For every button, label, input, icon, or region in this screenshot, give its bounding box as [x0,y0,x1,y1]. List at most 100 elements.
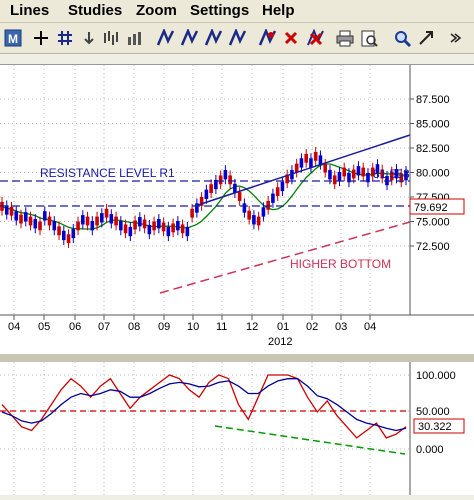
candle [299,153,304,173]
candle [266,196,270,215]
trendline-icon[interactable] [226,27,248,49]
menu-zoom[interactable]: Zoom [136,2,177,19]
delete-icon[interactable] [280,27,302,49]
menu-lines[interactable]: Lines [10,2,49,19]
x-tick-label: 09 [158,321,170,333]
candle [190,203,194,223]
m-icon[interactable]: M [2,27,24,49]
candle [256,211,261,231]
candle [261,202,266,222]
candle [114,211,118,231]
candle [138,212,142,232]
candle [142,214,147,234]
candle [4,200,9,220]
x-tick-label: 04 [364,321,376,333]
x-tick-label: 01 [277,321,289,333]
x-tick-label: 04 [8,321,20,333]
candle [313,147,318,166]
candle [109,209,114,229]
candles-icon[interactable] [124,27,146,49]
candle [199,192,204,211]
candle [133,215,137,235]
bars-icon[interactable] [100,27,122,49]
candle [71,223,76,244]
x-tick-label: 02 [306,321,318,333]
candle [166,221,171,242]
pan-icon[interactable] [416,27,438,49]
x-tick-label: 08 [128,321,140,333]
candle [104,203,109,223]
candle [356,161,361,181]
oscillator-slow-line [1,378,407,432]
x-tick-label: 03 [335,321,347,333]
candle [275,182,280,201]
candle [57,221,61,241]
candle [185,221,190,242]
y-tick-label: 85.000 [416,119,450,131]
candle [209,179,213,198]
candle [304,148,308,168]
candle [81,210,85,230]
oscillator-fast-line [1,374,407,439]
x-tick-label: 07 [98,321,110,333]
divergence-line[interactable] [214,425,406,455]
candle [14,206,19,226]
zoom-icon[interactable] [392,27,414,49]
y-tick-label: 75.000 [416,217,450,229]
candle [76,216,80,236]
toolbar: M [0,23,474,54]
candle [332,170,337,190]
trendline-icon[interactable] [202,27,224,49]
print-preview-icon[interactable] [358,27,380,49]
candle [223,165,228,185]
delete-all-icon[interactable] [304,27,326,49]
candle [361,162,366,182]
menu-studies[interactable]: Studies [68,2,122,19]
x-tick-label: 12 [246,321,258,333]
y-tick-label: 82.500 [416,143,450,155]
candle [90,216,95,236]
candle [66,229,71,248]
print-icon[interactable] [334,27,356,49]
trendline-icon[interactable] [178,27,200,49]
candle [323,158,327,178]
candle [85,211,90,231]
svg-text:M: M [8,32,18,46]
menu-settings[interactable]: Settings [190,2,249,19]
osc-y-tick-label: 100.000 [416,370,456,382]
oscillator-chart[interactable]: 100.000 50.000 0.000 30.322 [0,362,474,495]
candle [33,214,38,234]
candle [157,214,161,234]
resistance-label: RESISTANCE LEVEL R1 [40,166,175,180]
y-tick-label: 87.500 [416,94,450,106]
price-chart[interactable]: RESISTANCE LEVEL R1 81.553 HIGHER BOTTOM… [0,64,474,355]
x-tick-label: 10 [187,321,199,333]
more-icon[interactable] [444,27,466,49]
candle [176,216,180,236]
trendline-icon[interactable] [154,27,176,49]
crosshair-icon[interactable] [30,27,52,49]
candle [152,216,156,236]
grid-icon[interactable] [54,27,76,49]
osc-y-tick-label: 50.000 [416,406,450,418]
oscillator-value-label: 30.322 [418,421,452,433]
candle [161,217,166,237]
x-tick-label: 11 [216,321,227,333]
menu-bar: Lines Studies Zoom Settings Help [0,0,474,23]
arrow-down-icon[interactable] [78,27,100,49]
candle [52,216,57,236]
candle [204,184,209,204]
candle [242,198,247,218]
menu-help[interactable]: Help [262,2,295,19]
pane-separator[interactable] [0,354,474,362]
candle [38,216,42,236]
x-tick-label: 06 [69,321,81,333]
candle [280,176,285,197]
candle [366,168,370,188]
candle [233,178,237,198]
pencil-icon[interactable] [256,27,278,49]
year-label: 2012 [268,336,292,348]
candle [228,170,232,190]
last-price-label: 79.692 [414,202,448,214]
candle [119,216,123,236]
